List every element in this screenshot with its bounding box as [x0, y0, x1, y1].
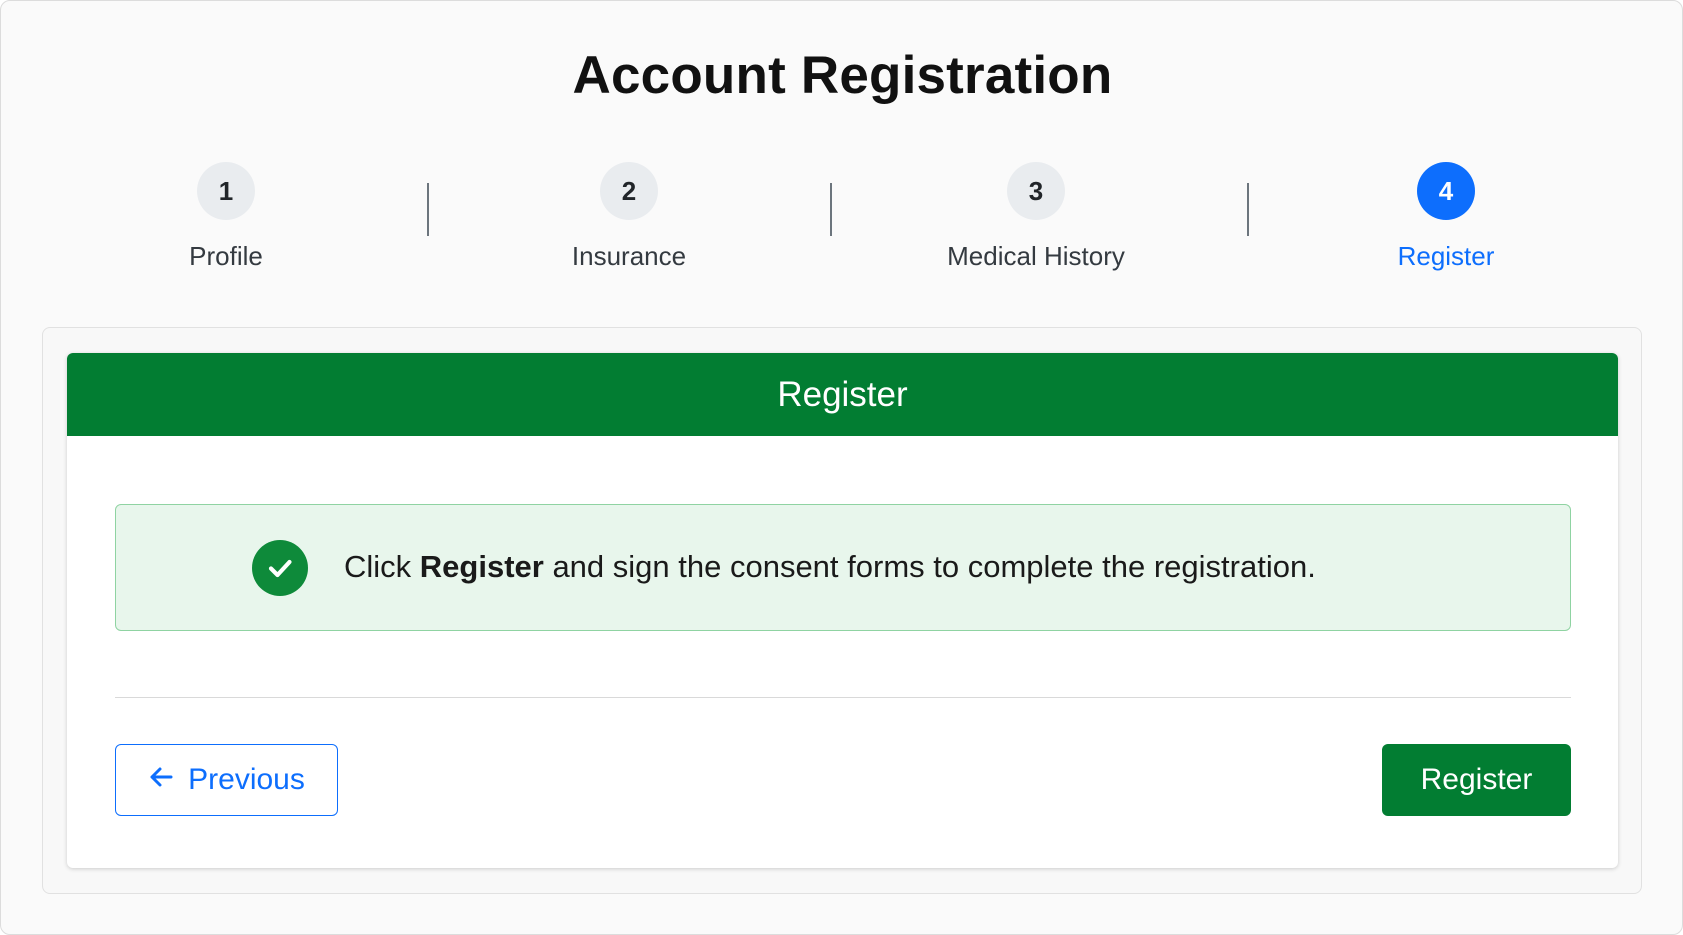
alert-text-suffix: and sign the consent forms to complete t… — [543, 549, 1316, 584]
step-separator — [830, 183, 832, 236]
success-alert: Click Register and sign the consent form… — [115, 504, 1571, 631]
step-insurance[interactable]: 2 Insurance — [499, 162, 759, 272]
register-label: Register — [1420, 763, 1533, 796]
step-number: 2 — [600, 162, 658, 220]
step-label: Insurance — [571, 241, 687, 271]
page-title: Account Registration — [572, 46, 1113, 105]
step-number: 1 — [197, 162, 255, 220]
alert-text-bold: Register — [419, 549, 544, 584]
previous-button[interactable]: Previous — [115, 744, 338, 816]
step-number: 4 — [1417, 162, 1475, 220]
step-register[interactable]: 4 Register — [1316, 162, 1576, 272]
step-medical-history[interactable]: 3 Medical History — [906, 162, 1166, 272]
step-separator — [427, 183, 429, 236]
alert-message: Click Register and sign the consent form… — [344, 505, 1316, 629]
step-profile[interactable]: 1 Profile — [96, 162, 356, 272]
alert-text-prefix: Click — [344, 549, 420, 584]
step-number: 3 — [1007, 162, 1065, 220]
check-circle-icon — [252, 540, 308, 596]
register-card: Register Click Register and sign the con… — [67, 353, 1618, 868]
step-label: Register — [1397, 241, 1495, 271]
page-background: Account Registration 1 Profile 2 Insuran… — [0, 0, 1683, 935]
arrow-left-icon — [148, 763, 174, 797]
card-header: Register — [67, 353, 1618, 436]
divider — [115, 697, 1571, 698]
register-button[interactable]: Register — [1382, 744, 1571, 816]
previous-label: Previous — [188, 763, 305, 796]
step-label: Profile — [189, 241, 263, 271]
step-separator — [1247, 183, 1249, 236]
step-label: Medical History — [947, 241, 1125, 271]
